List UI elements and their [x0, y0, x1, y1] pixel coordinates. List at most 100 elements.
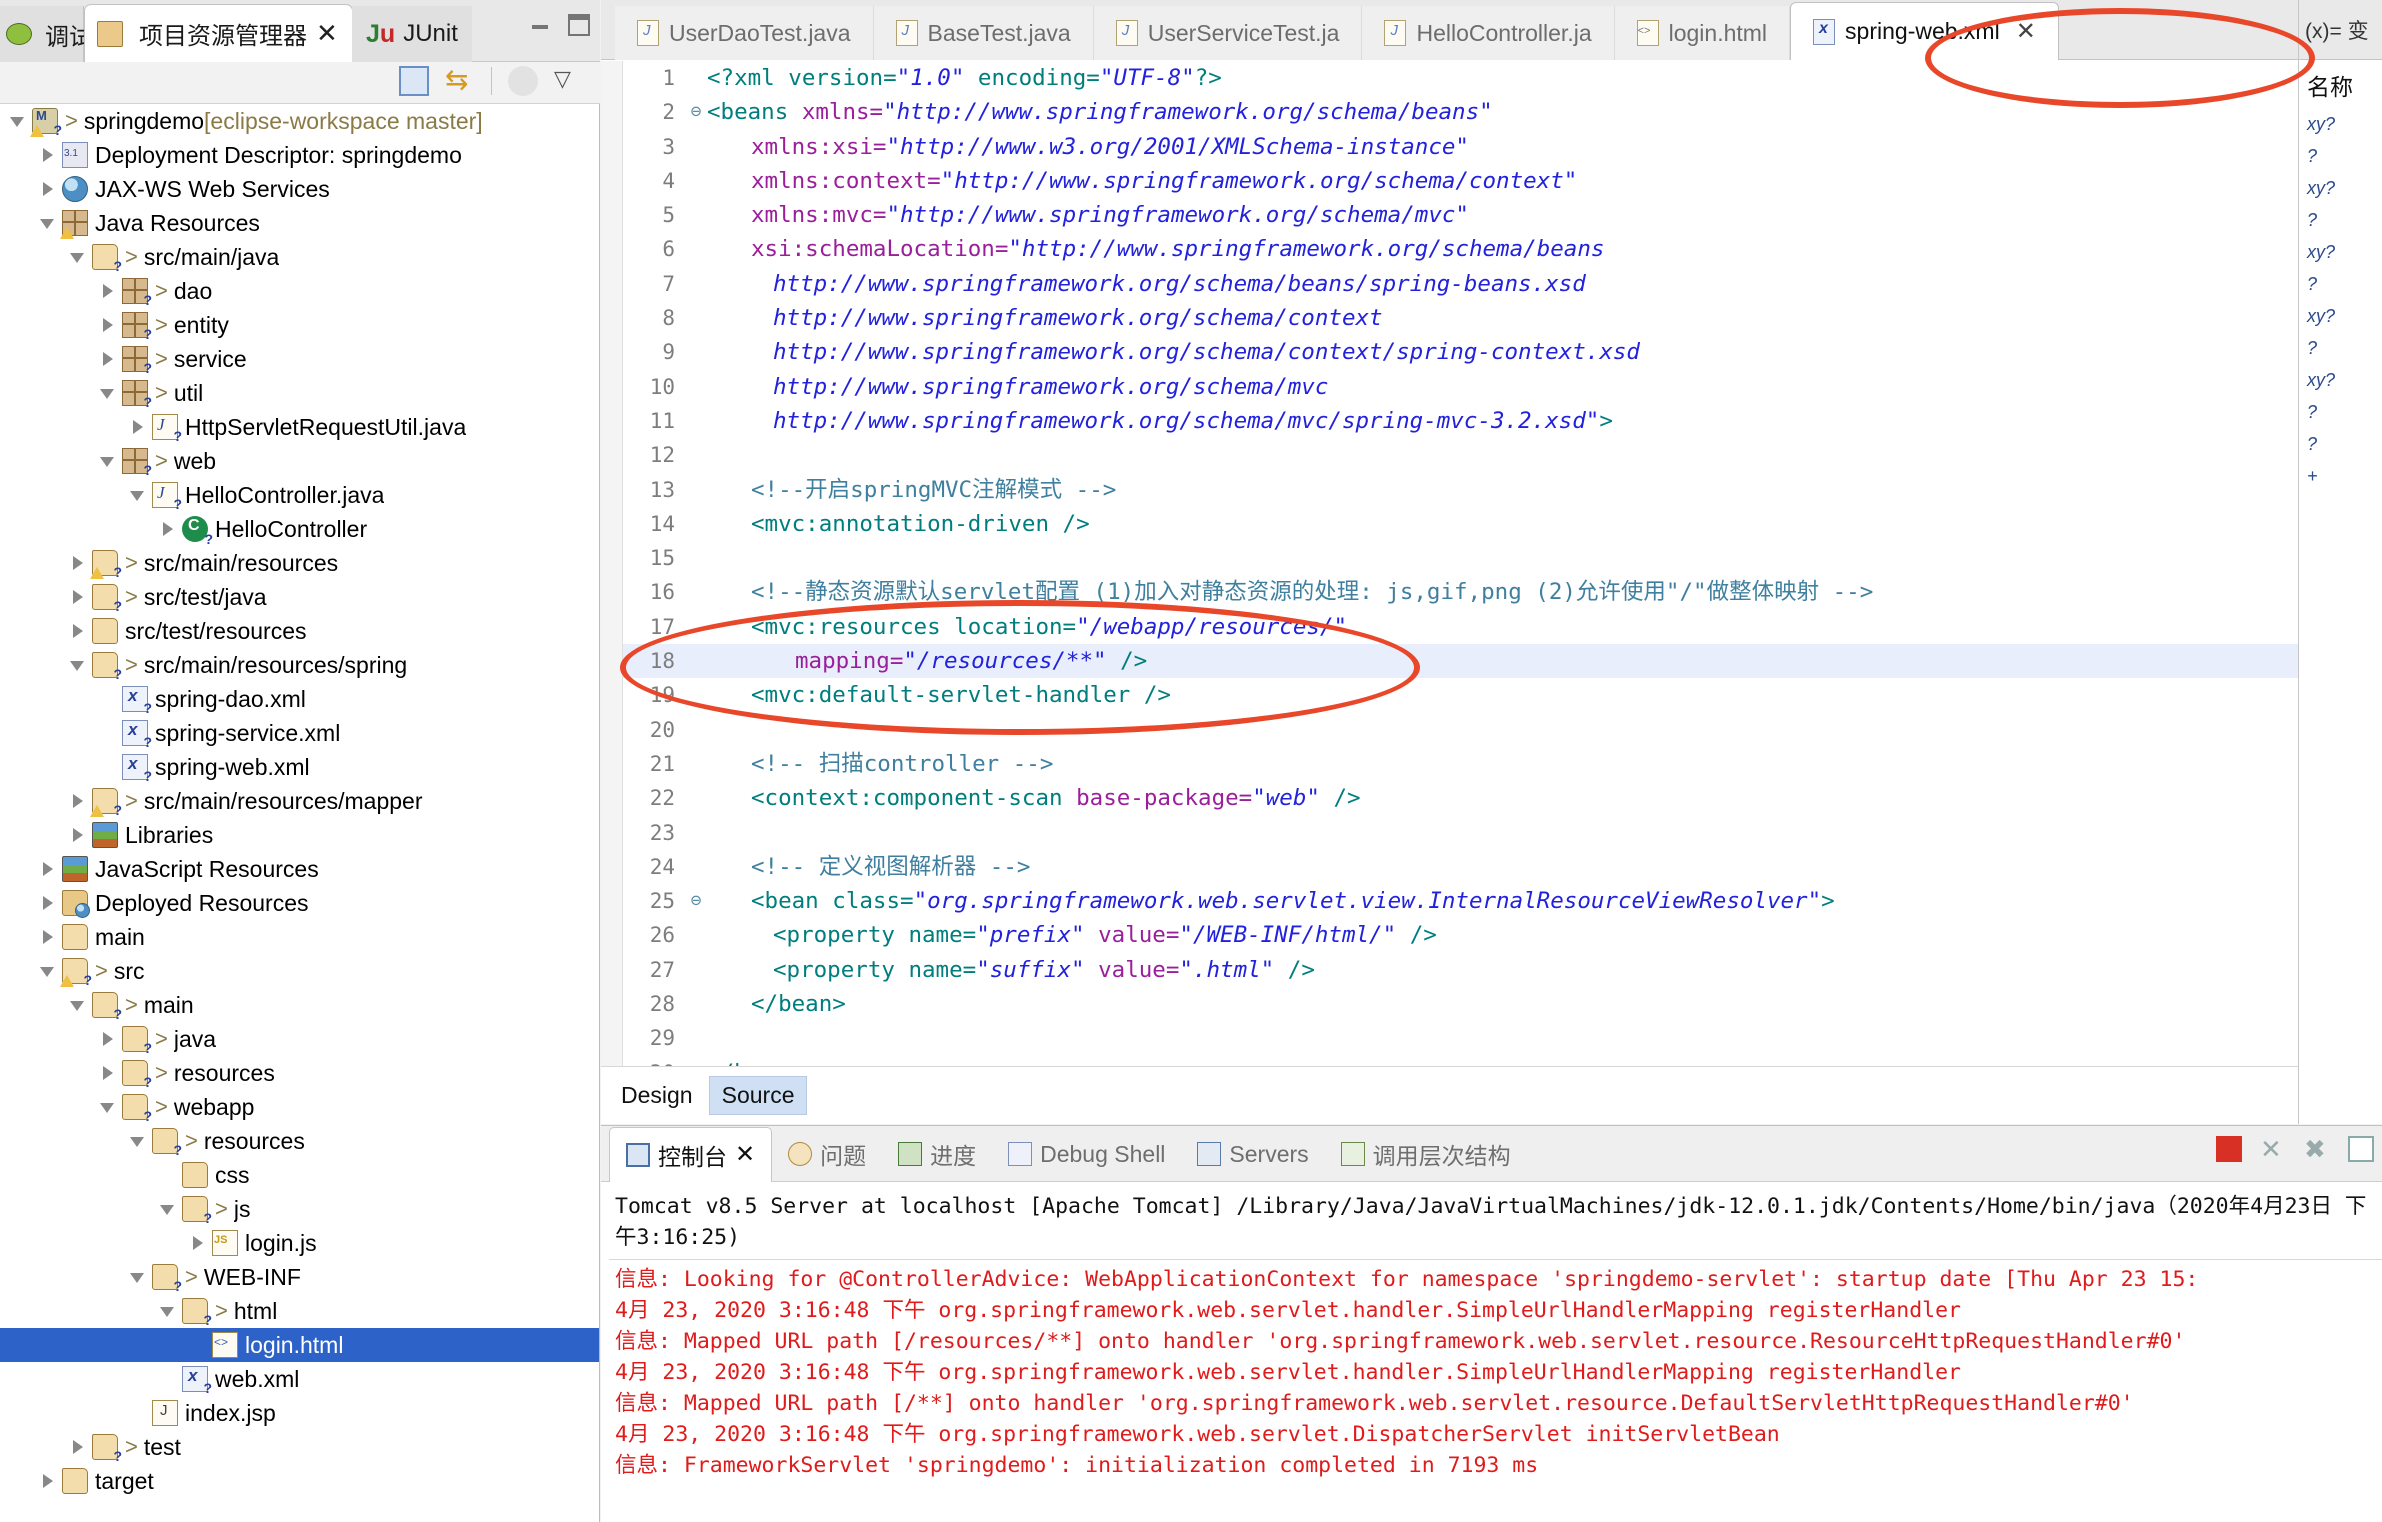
variables-row[interactable]: xy? — [2299, 236, 2382, 268]
close-icon[interactable]: ✕ — [316, 18, 338, 49]
expand-arrow-down-icon[interactable] — [128, 485, 148, 505]
tree-item[interactable]: ? > src/main/resources/spring — [0, 648, 599, 682]
expand-arrow-right-icon[interactable] — [38, 859, 58, 879]
code-line[interactable]: 26 <property name="prefix" value="/WEB-IN… — [623, 918, 2382, 952]
tree-item[interactable]: Deployment Descriptor: springdemo — [0, 138, 599, 172]
expand-arrow-down-icon[interactable] — [158, 1301, 178, 1321]
expand-arrow-right-icon[interactable] — [158, 519, 178, 539]
code-line[interactable]: 29 — [623, 1021, 2382, 1055]
variables-row[interactable]: xy? — [2299, 300, 2382, 332]
close-icon[interactable]: ✕ — [735, 1140, 755, 1169]
expand-arrow-right-icon[interactable] — [38, 179, 58, 199]
code-editor[interactable]: 1 <?xml version="1.0" encoding="UTF-8"?> 2… — [601, 61, 2382, 1066]
expand-arrow-down-icon[interactable] — [38, 213, 58, 233]
code-line[interactable]: 21 <!-- 扫描controller --> — [623, 747, 2382, 781]
tree-item[interactable]: ? > src/main/resources/mapper — [0, 784, 599, 818]
code-line[interactable]: 14 <mvc:annotation-driven /> — [623, 507, 2382, 541]
code-line[interactable]: 12 — [623, 438, 2382, 472]
console-output[interactable]: Tomcat v8.5 Server at localhost [Apache … — [601, 1183, 2382, 1522]
code-line[interactable]: 19 <mvc:default-servlet-handler /> — [623, 678, 2382, 712]
tree-item[interactable]: ? > html — [0, 1294, 599, 1328]
remove-launch-icon[interactable]: ✕ — [2260, 1136, 2286, 1162]
expand-arrow-down-icon[interactable] — [158, 1199, 178, 1219]
tab-project-explorer[interactable]: 项目资源管理器 ✕ — [84, 4, 353, 62]
code-line[interactable]: 28 </bean> — [623, 987, 2382, 1021]
tree-item[interactable]: ?spring-web.xml — [0, 750, 599, 784]
expand-arrow-right-icon[interactable] — [68, 553, 88, 573]
expand-arrow-right-icon[interactable] — [38, 893, 58, 913]
console-tab[interactable]: 问题 — [772, 1126, 882, 1182]
focus-icon[interactable] — [508, 66, 538, 96]
expand-arrow-right-icon[interactable] — [98, 349, 118, 369]
tab-source[interactable]: Source — [708, 1076, 808, 1115]
variables-row[interactable]: ? — [2299, 428, 2382, 460]
tree-item[interactable]: login.js — [0, 1226, 599, 1260]
expand-arrow-right-icon[interactable] — [68, 621, 88, 641]
tree-item[interactable]: ?HttpServletRequestUtil.java — [0, 410, 599, 444]
tree-item[interactable]: ? > dao — [0, 274, 599, 308]
tab-design[interactable]: Design — [609, 1077, 705, 1114]
expand-arrow-down-icon[interactable] — [68, 655, 88, 675]
fold-toggle-icon[interactable]: ⊖ — [685, 884, 707, 918]
tree-item[interactable]: index.jsp — [0, 1396, 599, 1430]
variables-row[interactable]: xy? — [2299, 364, 2382, 396]
editor-tab[interactable]: UserDaoTest.java — [615, 6, 874, 60]
tree-item[interactable]: ? > main — [0, 988, 599, 1022]
editor-tab[interactable]: BaseTest.java — [873, 6, 1094, 60]
code-line[interactable]: 30 </beans> — [623, 1056, 2382, 1066]
code-line[interactable]: 22 <context:component-scan base-package="… — [623, 781, 2382, 815]
code-line[interactable]: 2 ⊖ <beans xmlns="http://www.springframewo… — [623, 95, 2382, 129]
code-line[interactable]: 24 <!-- 定义视图解析器 --> — [623, 850, 2382, 884]
tree-item[interactable]: ? > src/main/java — [0, 240, 599, 274]
tree-item[interactable]: ? > util — [0, 376, 599, 410]
tree-item[interactable]: login.html — [0, 1328, 599, 1362]
expand-arrow-right-icon[interactable] — [38, 1471, 58, 1491]
expand-arrow-down-icon[interactable] — [128, 1131, 148, 1151]
remove-all-icon[interactable]: ✖ — [2304, 1136, 2330, 1162]
tree-item[interactable]: ?>springdemo [eclipse-workspace master] — [0, 104, 599, 138]
code-line[interactable]: 1 <?xml version="1.0" encoding="UTF-8"?> — [623, 61, 2382, 95]
tree-item[interactable]: main — [0, 920, 599, 954]
open-console-icon[interactable] — [2348, 1136, 2374, 1162]
tree-item[interactable]: ? > entity — [0, 308, 599, 342]
code-line[interactable]: 18 mapping="/resources/**" /> — [623, 644, 2382, 679]
tree-item[interactable]: ? > WEB-INF — [0, 1260, 599, 1294]
expand-arrow-right-icon[interactable] — [68, 1437, 88, 1457]
expand-arrow-right-icon[interactable] — [68, 587, 88, 607]
code-line[interactable]: 23 — [623, 816, 2382, 850]
tree-item[interactable]: ? > resources — [0, 1056, 599, 1090]
expand-arrow-down-icon[interactable] — [98, 451, 118, 471]
variables-row[interactable]: xy? — [2299, 172, 2382, 204]
expand-arrow-right-icon[interactable] — [188, 1233, 208, 1253]
tree-item[interactable]: ?spring-dao.xml — [0, 682, 599, 716]
code-line[interactable]: 16 <!--静态资源默认servlet配置 (1)加入对静态资源的处理: js,… — [623, 575, 2382, 609]
variables-row[interactable]: ? — [2299, 204, 2382, 236]
console-tab[interactable]: 控制台 ✕ — [609, 1126, 773, 1182]
fold-toggle-icon[interactable]: ⊖ — [685, 95, 707, 129]
code-line[interactable]: 20 — [623, 713, 2382, 747]
tree-item[interactable]: ? > service — [0, 342, 599, 376]
editor-tab[interactable]: login.html — [1614, 6, 1791, 60]
console-tab[interactable]: Debug Shell — [992, 1126, 1181, 1182]
tree-item[interactable]: ?web.xml — [0, 1362, 599, 1396]
tree-item[interactable]: ? > java — [0, 1022, 599, 1056]
collapse-all-icon[interactable] — [399, 66, 429, 96]
code-line[interactable]: 6 xsi:schemaLocation="http://www.springfr… — [623, 232, 2382, 266]
tree-item[interactable]: ? > src/main/resources — [0, 546, 599, 580]
code-line[interactable]: 15 — [623, 541, 2382, 575]
code-line[interactable]: 3 xmlns:xsi="http://www.w3.org/2001/XMLSc… — [623, 130, 2382, 164]
close-icon[interactable]: ✕ — [2016, 17, 2036, 46]
variables-row[interactable]: ? — [2299, 268, 2382, 300]
expand-arrow-down-icon[interactable] — [38, 961, 58, 981]
expand-arrow-right-icon[interactable] — [98, 315, 118, 335]
minimize-icon[interactable] — [530, 14, 552, 36]
tree-item[interactable]: ?HelloController.java — [0, 478, 599, 512]
variables-row[interactable]: ? — [2299, 140, 2382, 172]
editor-tab[interactable]: spring-web.xml ✕ — [1790, 2, 2059, 60]
expand-arrow-down-icon[interactable] — [68, 995, 88, 1015]
tree-item[interactable]: src/test/resources — [0, 614, 599, 648]
expand-arrow-right-icon[interactable] — [68, 791, 88, 811]
code-line[interactable]: 5 xmlns:mvc="http://www.springframework.o… — [623, 198, 2382, 232]
console-tab[interactable]: Servers — [1181, 1126, 1324, 1182]
code-line[interactable]: 8 http://www.springframework.org/schema/c… — [623, 301, 2382, 335]
